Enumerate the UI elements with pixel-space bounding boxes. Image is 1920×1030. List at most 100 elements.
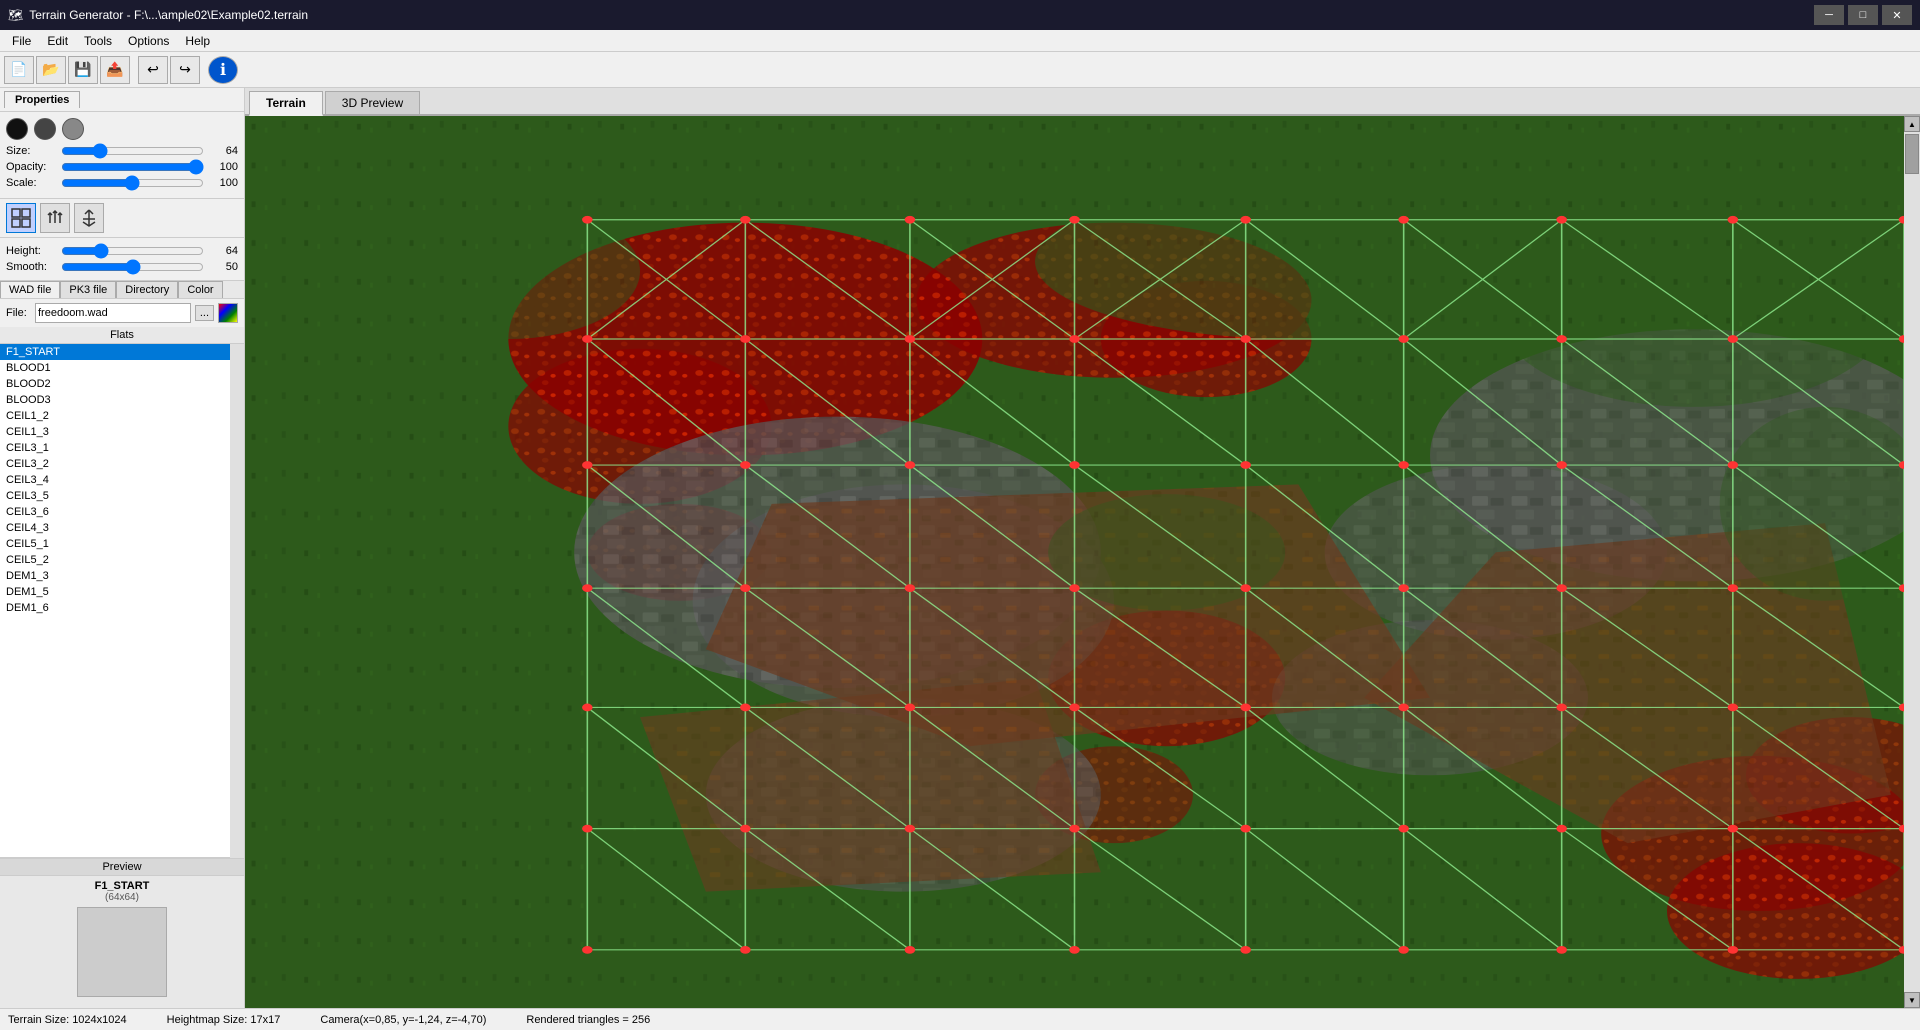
3d-preview-tab[interactable]: 3D Preview [325, 91, 420, 114]
color-picker-button[interactable] [218, 303, 238, 323]
title-bar: 🗺 Terrain Generator - F:\...\ample02\Exa… [0, 0, 1920, 30]
preview-label: Preview [0, 859, 244, 876]
preview-box [77, 907, 167, 997]
pk3-file-tab[interactable]: PK3 file [60, 281, 116, 298]
camera-status: Camera(x=0,85, y=-1,24, z=-4,70) [320, 1014, 486, 1026]
file-input[interactable] [35, 303, 191, 323]
toolbar: 📄 📂 💾 📤 ↩ ↪ ℹ [0, 52, 1920, 88]
file-label: File: [6, 307, 31, 319]
terrain-svg [245, 116, 1904, 1008]
height-value: 64 [208, 245, 238, 257]
flat-item-12[interactable]: CEIL5_1 [0, 536, 230, 552]
app-icon: 🗺 [8, 8, 23, 22]
directory-tab[interactable]: Directory [116, 281, 178, 298]
color-tab[interactable]: Color [178, 281, 222, 298]
maximize-button[interactable]: □ [1848, 5, 1878, 25]
browse-button[interactable]: ... [195, 305, 214, 321]
terrain-size-status: Terrain Size: 1024x1024 [8, 1014, 127, 1026]
size-label: Size: [6, 145, 61, 157]
flat-item-5[interactable]: CEIL1_3 [0, 424, 230, 440]
opacity-value: 100 [208, 161, 238, 173]
right-scrollbar[interactable]: ▲ ▼ [1904, 116, 1920, 1008]
brush-soft[interactable] [62, 118, 84, 140]
info-button[interactable]: ℹ [208, 56, 238, 84]
flats-container: F1_START BLOOD1 BLOOD2 BLOOD3 CEIL1_2 CE… [0, 344, 244, 858]
redo-button[interactable]: ↪ [170, 56, 200, 84]
flat-item-4[interactable]: CEIL1_2 [0, 408, 230, 424]
mode-grid[interactable] [6, 203, 36, 233]
scale-row: Scale: 100 [6, 176, 238, 190]
brush-solid[interactable] [6, 118, 28, 140]
height-row: Height: 64 [6, 244, 238, 258]
terrain-canvas[interactable] [245, 116, 1904, 1008]
flat-item-15[interactable]: DEM1_5 [0, 584, 230, 600]
brush-section: Size: 64 Opacity: 100 Scale: 100 [0, 112, 244, 199]
open-button[interactable]: 📂 [36, 56, 66, 84]
menu-help[interactable]: Help [177, 32, 218, 50]
flat-item-1[interactable]: BLOOD1 [0, 360, 230, 376]
window-title: Terrain Generator - F:\...\ample02\Examp… [29, 8, 308, 22]
scroll-up-button[interactable]: ▲ [1904, 116, 1920, 132]
content-tabs: Terrain 3D Preview [245, 88, 1920, 116]
scale-value: 100 [208, 177, 238, 189]
opacity-slider[interactable] [61, 160, 204, 174]
height-section: Height: 64 Smooth: 50 [0, 238, 244, 281]
terrain-viewport: ▲ ▼ [245, 116, 1920, 1008]
save-button[interactable]: 💾 [68, 56, 98, 84]
opacity-row: Opacity: 100 [6, 160, 238, 174]
flats-label: Flats [0, 327, 244, 344]
properties-tab-button[interactable]: Properties [4, 91, 80, 108]
brush-modes [0, 199, 244, 238]
triangles-status: Rendered triangles = 256 [526, 1014, 650, 1026]
menu-file[interactable]: File [4, 32, 39, 50]
scroll-thumb[interactable] [1905, 134, 1919, 174]
flat-item-9[interactable]: CEIL3_5 [0, 488, 230, 504]
flat-item-14[interactable]: DEM1_3 [0, 568, 230, 584]
opacity-label: Opacity: [6, 161, 61, 173]
preview-name: F1_START [95, 880, 150, 892]
flat-item-7[interactable]: CEIL3_2 [0, 456, 230, 472]
brush-types [6, 118, 238, 140]
smooth-slider[interactable] [61, 260, 204, 274]
content-area: Terrain 3D Preview [245, 88, 1920, 1008]
main-layout: Properties Size: 64 Opacity: 100 Scale: [0, 88, 1920, 1008]
flats-list[interactable]: F1_START BLOOD1 BLOOD2 BLOOD3 CEIL1_2 CE… [0, 344, 230, 858]
menu-tools[interactable]: Tools [76, 32, 120, 50]
left-panel: Properties Size: 64 Opacity: 100 Scale: [0, 88, 245, 1008]
scale-slider[interactable] [61, 176, 204, 190]
height-slider[interactable] [61, 244, 204, 258]
mode-lower[interactable] [74, 203, 104, 233]
mode-raise[interactable] [40, 203, 70, 233]
flat-item-11[interactable]: CEIL4_3 [0, 520, 230, 536]
size-row: Size: 64 [6, 144, 238, 158]
wad-file-tab[interactable]: WAD file [0, 281, 60, 298]
flat-item-8[interactable]: CEIL3_4 [0, 472, 230, 488]
brush-medium[interactable] [34, 118, 56, 140]
flat-item-13[interactable]: CEIL5_2 [0, 552, 230, 568]
menu-options[interactable]: Options [120, 32, 177, 50]
export-button[interactable]: 📤 [100, 56, 130, 84]
minimize-button[interactable]: ─ [1814, 5, 1844, 25]
flat-item-0[interactable]: F1_START [0, 344, 230, 360]
properties-tab-bar: Properties [0, 88, 244, 112]
close-button[interactable]: ✕ [1882, 5, 1912, 25]
undo-button[interactable]: ↩ [138, 56, 168, 84]
smooth-row: Smooth: 50 [6, 260, 238, 274]
scale-label: Scale: [6, 177, 61, 189]
title-bar-controls: ─ □ ✕ [1814, 5, 1912, 25]
file-row: File: ... [0, 299, 244, 327]
size-slider[interactable] [61, 144, 204, 158]
scroll-down-button[interactable]: ▼ [1904, 992, 1920, 1008]
terrain-tab[interactable]: Terrain [249, 91, 323, 116]
new-button[interactable]: 📄 [4, 56, 34, 84]
flat-item-6[interactable]: CEIL3_1 [0, 440, 230, 456]
flat-item-10[interactable]: CEIL3_6 [0, 504, 230, 520]
texture-tabs: WAD file PK3 file Directory Color [0, 281, 244, 299]
title-bar-left: 🗺 Terrain Generator - F:\...\ample02\Exa… [8, 8, 308, 22]
flat-item-3[interactable]: BLOOD3 [0, 392, 230, 408]
smooth-value: 50 [208, 261, 238, 273]
flats-scrollbar[interactable] [230, 344, 244, 858]
menu-edit[interactable]: Edit [39, 32, 76, 50]
flat-item-2[interactable]: BLOOD2 [0, 376, 230, 392]
flat-item-16[interactable]: DEM1_6 [0, 600, 230, 616]
